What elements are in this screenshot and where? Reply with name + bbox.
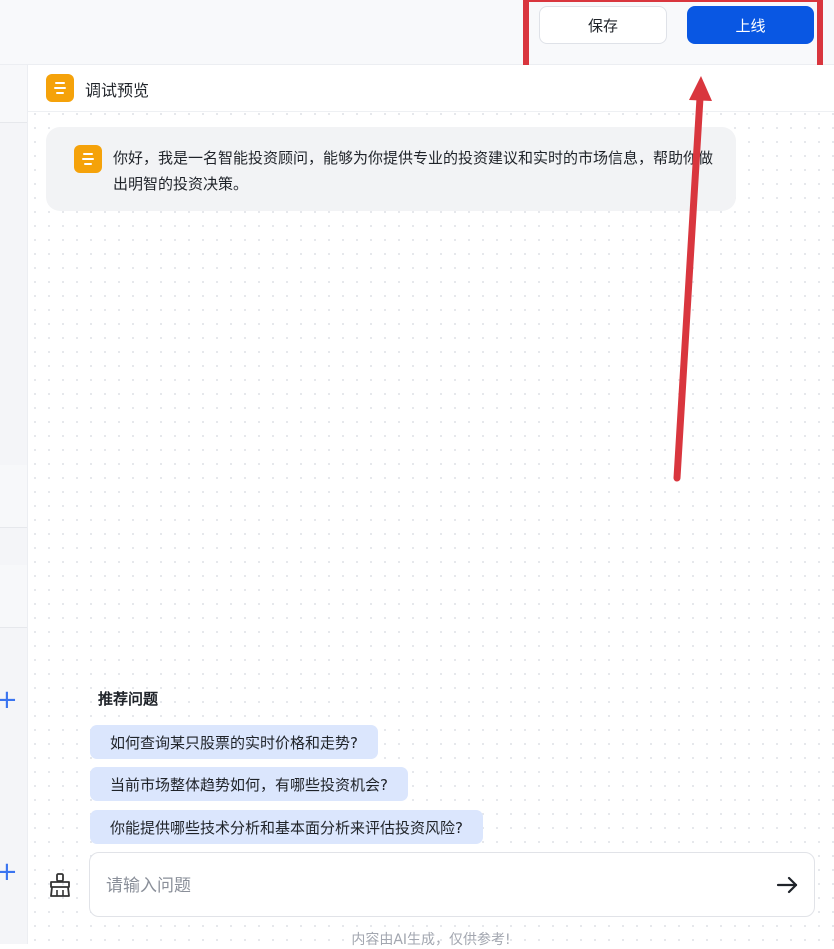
question-input[interactable]: [104, 871, 748, 901]
save-button[interactable]: 保存: [539, 6, 667, 44]
debug-preview-panel: 调试预览 你好，我是一名智能投资顾问，能够为你提供专业的投资建议和实时的市场信息…: [28, 65, 834, 948]
side-panel-row: [0, 65, 27, 123]
ai-disclaimer: 内容由AI生成，仅供参考!: [351, 932, 511, 948]
greeting-message: 你好，我是一名智能投资顾问，能够为你提供专业的投资建议和实时的市场信息，帮助你做…: [46, 127, 736, 211]
publish-button[interactable]: 上线: [687, 6, 814, 44]
suggested-question-chip[interactable]: 你能提供哪些技术分析和基本面分析来评估投资风险?: [90, 810, 483, 844]
arrow-right-icon[interactable]: [774, 871, 802, 899]
question-input-box: [89, 852, 815, 917]
bot-avatar-icon: [74, 145, 102, 173]
top-toolbar: 保存 上线: [0, 0, 834, 65]
suggested-question-chip[interactable]: 如何查询某只股票的实时价格和走势?: [90, 725, 378, 759]
panel-title: 调试预览: [85, 81, 150, 100]
left-side-panel: + +: [0, 65, 28, 944]
bot-avatar-icon: [46, 74, 74, 102]
suggested-question-chip[interactable]: 当前市场整体趋势如何，有哪些投资机会?: [90, 767, 408, 801]
panel-header: 调试预览: [28, 65, 834, 112]
greeting-text: 你好，我是一名智能投资顾问，能够为你提供专业的投资建议和实时的市场信息，帮助你做…: [113, 149, 714, 193]
add-icon[interactable]: +: [0, 687, 18, 713]
side-panel-row: [0, 565, 27, 628]
suggested-questions-title: 推荐问题: [98, 690, 159, 708]
side-panel-row: [0, 465, 27, 528]
add-icon[interactable]: +: [0, 859, 18, 885]
broom-icon[interactable]: [47, 872, 73, 898]
